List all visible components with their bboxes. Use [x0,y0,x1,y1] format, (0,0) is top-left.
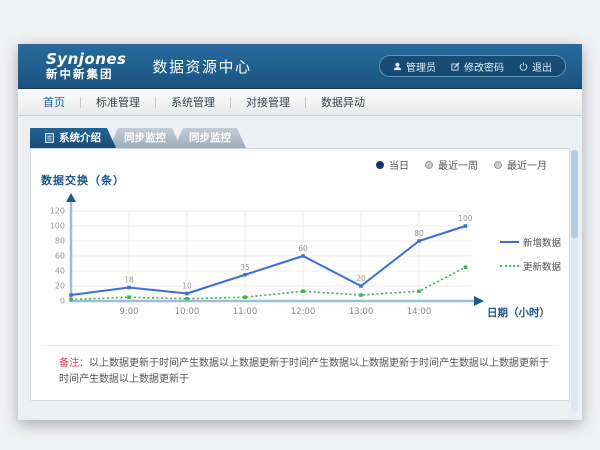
y-tick-label: 100 [50,222,65,231]
radio-label: 当日 [389,157,409,172]
footnote-text: 以上数据更新于时间产生数据以上数据更新于时间产生数据以上数据更新于时间产生数据以… [59,358,549,385]
data-point [359,284,363,288]
data-point [185,297,189,301]
data-point [243,296,247,300]
user-label: 管理员 [406,59,436,74]
radio-unselected-icon [425,161,433,169]
person-icon [393,62,402,71]
nav-item-system-mgmt[interactable]: 系统管理 [156,94,230,110]
data-point-label: 18 [124,276,134,285]
main-nav: 首页 标准管理 系统管理 对接管理 数据异动 [18,89,582,116]
user-button[interactable]: 管理员 [393,59,436,74]
panel-divider [45,345,555,346]
radio-last-week[interactable]: 最近一周 [425,157,478,172]
footnote: 备注：以上数据更新于时间产生数据以上数据更新于时间产生数据以上数据更新于时间产生… [59,356,555,387]
data-point-label: 10 [182,282,192,291]
app-title: 数据资源中心 [153,56,252,77]
scrollbar-thumb[interactable] [571,150,578,238]
data-point [69,293,73,297]
power-icon [519,62,528,71]
logout-label: 退出 [532,59,552,74]
data-point [417,290,421,294]
y-tick-label: 40 [55,267,65,276]
chart-legend: 新增数据 更新数据 [500,235,561,273]
radio-last-month[interactable]: 最近一月 [494,157,547,172]
data-exchange-line-chart: 0 20 40 60 80 100 120 9:00 10:00 11:00 12:00 13:00 1… [41,191,561,331]
data-point [127,286,131,290]
tab-sync-monitor-1[interactable]: 同步监控 [109,128,181,148]
radio-selected-icon [376,161,384,169]
tab-sync-monitor-2[interactable]: 同步监控 [174,128,246,148]
logout-button[interactable]: 退出 [519,59,552,74]
x-tick-label: 14:00 [407,307,432,317]
radio-unselected-icon [494,161,502,169]
data-point [464,224,468,228]
series-line-新增数据 [71,226,465,295]
legend-line-sample-solid [500,241,519,243]
vertical-scrollbar[interactable] [571,150,578,412]
data-point-label: 20 [356,274,366,283]
nav-item-home[interactable]: 首页 [28,94,80,110]
data-point [359,293,363,297]
y-tick-label: 0 [60,297,65,306]
y-tick-label: 20 [55,282,65,291]
radio-label: 最近一月 [507,157,547,172]
radio-label: 最近一周 [438,157,478,172]
x-tick-label: 13:00 [349,307,374,317]
nav-item-data-change[interactable]: 数据异动 [306,94,380,110]
data-point [301,290,305,294]
data-point-label: 80 [414,229,424,238]
change-password-label: 修改密码 [464,59,504,74]
radio-today[interactable]: 当日 [376,157,409,172]
content-area: 系统介绍 同步监控 同步监控 当日 最近一周 [18,116,582,421]
tab-label: 同步监控 [189,128,231,148]
document-icon [45,133,54,143]
data-point-label: 60 [298,244,308,253]
data-point [243,273,247,277]
x-axis-title: 日期（小时） [487,306,550,319]
y-tick-label: 80 [55,237,65,246]
edit-icon [451,62,460,71]
nav-item-connect-mgmt[interactable]: 对接管理 [231,94,305,110]
data-point-label: 100 [458,214,473,223]
chart-y-axis-title: 数据交换（条） [41,172,125,188]
legend-label: 更新数据 [523,259,561,273]
x-axis-arrow [474,296,484,306]
data-point [69,298,73,302]
legend-item-new-data: 新增数据 [500,235,561,249]
y-axis-arrow [66,193,76,202]
legend-line-sample-dotted [500,265,519,267]
tab-system-intro[interactable]: 系统介绍 [30,128,116,148]
tab-bar: 系统介绍 同步监控 同步监控 [30,128,246,148]
app-header: Synjones 新中新集团 数据资源中心 管理员 修改密码 [18,44,582,89]
x-tick-label: 10:00 [175,307,200,317]
app-window: Synjones 新中新集团 数据资源中心 管理员 修改密码 [18,44,582,420]
x-tick-label: 9:00 [119,307,138,317]
legend-item-update-data: 更新数据 [500,259,561,273]
time-filter-group: 当日 最近一周 最近一月 [376,157,547,172]
tab-label: 系统介绍 [59,128,101,148]
change-password-button[interactable]: 修改密码 [451,59,504,74]
content-panel: 当日 最近一周 最近一月 数据交换（条） 0 20 40 60 80 100 120 9:00… [30,148,570,401]
y-tick-label: 60 [55,252,65,261]
x-tick-label: 11:00 [233,307,258,317]
nav-item-standard-mgmt[interactable]: 标准管理 [81,94,155,110]
footnote-prefix: 备注： [59,358,89,369]
tab-label: 同步监控 [124,128,166,148]
logo-subtext: 新中新集团 [46,68,127,81]
data-point [417,239,421,243]
x-tick-label: 12:00 [291,307,316,317]
data-point-label: 35 [240,263,250,272]
data-point [185,292,189,296]
user-menu: 管理员 修改密码 退出 [379,55,566,77]
y-tick-label: 120 [50,207,65,216]
data-point [464,266,468,270]
logo-text: Synjones [46,51,127,68]
logo: Synjones 新中新集团 [46,51,127,80]
legend-label: 新增数据 [523,235,561,249]
data-point [127,296,131,300]
data-point [301,254,305,258]
